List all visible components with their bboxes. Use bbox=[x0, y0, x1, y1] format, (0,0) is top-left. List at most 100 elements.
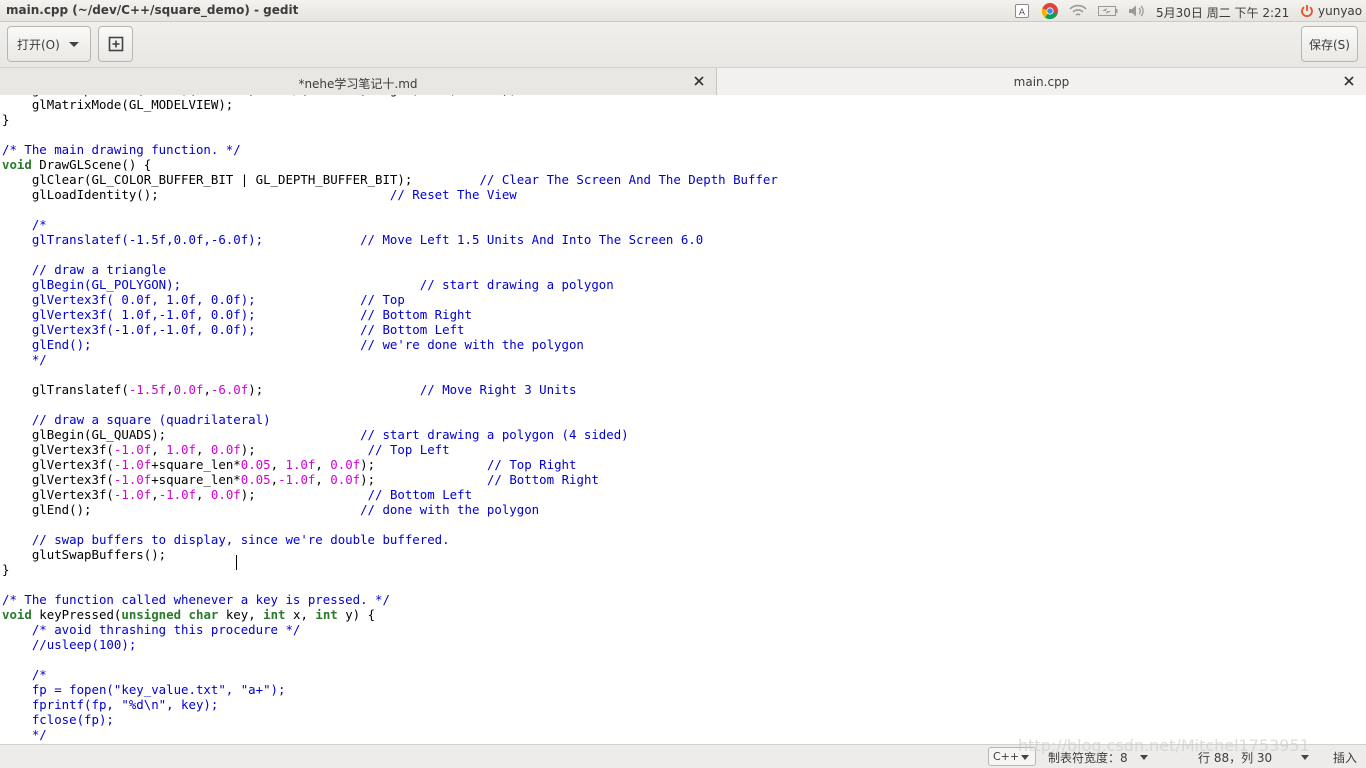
code-token: , bbox=[315, 457, 331, 472]
code-token: glutSwapBuffers(); bbox=[2, 547, 167, 562]
code-token: int bbox=[263, 607, 286, 622]
code-line[interactable]: glVertex3f(-1.0f,-1.0f, 0.0f); // Bottom… bbox=[2, 487, 778, 502]
code-line[interactable] bbox=[2, 247, 778, 262]
code-token: // Top Right bbox=[486, 457, 577, 472]
code-line[interactable]: //usleep(100); bbox=[2, 637, 778, 652]
code-line[interactable]: /* The function called whenever a key is… bbox=[2, 592, 778, 607]
code-token: , bbox=[196, 487, 211, 502]
code-line[interactable]: // draw a triangle bbox=[2, 262, 778, 277]
code-line[interactable]: fp = fopen("key_value.txt", "a+"); bbox=[2, 682, 778, 697]
clock[interactable]: 5月30日 周二 下午 2:21 bbox=[1156, 4, 1289, 21]
power-icon[interactable] bbox=[1299, 2, 1315, 20]
code-line[interactable] bbox=[2, 127, 778, 142]
code-line[interactable]: // swap buffers to display, since we're … bbox=[2, 532, 778, 547]
code-line[interactable]: glBegin(GL_POLYGON); // start drawing a … bbox=[2, 277, 778, 292]
code-line[interactable]: glutSwapBuffers(); bbox=[2, 547, 778, 562]
code-token: 0.05 bbox=[240, 457, 271, 472]
tab-nehe-notes[interactable]: *nehe学习笔记十.md bbox=[0, 68, 716, 95]
code-token: glBegin(GL_QUADS); bbox=[2, 427, 361, 442]
code-token: // Top Left bbox=[367, 442, 450, 457]
code-token: /* The main drawing function. */ bbox=[2, 142, 241, 157]
close-icon[interactable] bbox=[1342, 74, 1356, 88]
code-token: glVertex3f( bbox=[2, 457, 114, 472]
code-token: 0.0f bbox=[210, 487, 241, 502]
code-text[interactable]: gluPerspective(45.0f,(GLfloat)Width/(GLf… bbox=[2, 95, 778, 742]
wifi-icon[interactable] bbox=[1068, 2, 1088, 20]
code-line[interactable]: // draw a square (quadrilateral) bbox=[2, 412, 778, 427]
code-token: } bbox=[2, 112, 10, 127]
chevron-down-icon[interactable] bbox=[1140, 755, 1148, 760]
code-token: -1.0f bbox=[113, 472, 152, 487]
code-token: -1.5f bbox=[128, 382, 167, 397]
code-token: int bbox=[315, 607, 338, 622]
code-line[interactable]: fclose(fp); bbox=[2, 712, 778, 727]
code-line[interactable]: glLoadIdentity(); // Reset The View bbox=[2, 187, 778, 202]
code-line[interactable]: } bbox=[2, 112, 778, 127]
code-line[interactable]: glVertex3f(-1.0f, 1.0f, 0.0f); // Top Le… bbox=[2, 442, 778, 457]
chrome-icon[interactable] bbox=[1040, 2, 1060, 20]
code-token: glLoadIdentity(); bbox=[2, 187, 390, 202]
code-line[interactable]: */ bbox=[2, 352, 778, 367]
code-editor[interactable]: gluPerspective(45.0f,(GLfloat)Width/(GLf… bbox=[0, 95, 1366, 744]
code-token: ); bbox=[240, 487, 368, 502]
code-line[interactable]: glVertex3f(-1.0f+square_len*0.05, 1.0f, … bbox=[2, 457, 778, 472]
code-line[interactable]: */ bbox=[2, 727, 778, 742]
close-icon[interactable] bbox=[692, 74, 706, 88]
code-line[interactable]: fprintf(fp, "%d\n", key); bbox=[2, 697, 778, 712]
code-token: glVertex3f( bbox=[2, 442, 114, 457]
language-label: C++ bbox=[993, 750, 1020, 763]
code-token: -1.0f bbox=[113, 442, 152, 457]
code-line[interactable]: /* bbox=[2, 217, 778, 232]
code-token: // start drawing a polygon (4 sided) bbox=[360, 427, 629, 442]
code-line[interactable] bbox=[2, 202, 778, 217]
code-line[interactable]: glVertex3f(-1.0f,-1.0f, 0.0f); // Bottom… bbox=[2, 322, 778, 337]
code-line[interactable]: /* The main drawing function. */ bbox=[2, 142, 778, 157]
code-token: /* bbox=[2, 667, 47, 682]
new-document-button[interactable] bbox=[98, 26, 133, 62]
code-line[interactable]: glEnd(); // we're done with the polygon bbox=[2, 337, 778, 352]
code-token: , bbox=[270, 457, 286, 472]
code-line[interactable] bbox=[2, 367, 778, 382]
code-line[interactable]: /* bbox=[2, 667, 778, 682]
code-token: /* bbox=[2, 217, 47, 232]
code-token: /* The function called whenever a key is… bbox=[2, 592, 390, 607]
code-line[interactable] bbox=[2, 517, 778, 532]
volume-icon[interactable] bbox=[1127, 2, 1147, 20]
code-token: fclose(fp); bbox=[2, 712, 114, 727]
code-line[interactable] bbox=[2, 652, 778, 667]
code-token: void bbox=[2, 607, 32, 622]
tab-main-cpp[interactable]: main.cpp bbox=[716, 68, 1366, 95]
code-line[interactable]: glVertex3f( 1.0f,-1.0f, 0.0f); // Bottom… bbox=[2, 307, 778, 322]
tab-bar: *nehe学习笔记十.md main.cpp bbox=[0, 67, 1366, 95]
battery-icon[interactable] bbox=[1097, 2, 1119, 20]
code-line[interactable]: glClear(GL_COLOR_BUFFER_BIT | GL_DEPTH_B… bbox=[2, 172, 778, 187]
code-line[interactable] bbox=[2, 397, 778, 412]
code-line[interactable]: glVertex3f(-1.0f+square_len*0.05,-1.0f, … bbox=[2, 472, 778, 487]
code-token: , bbox=[203, 382, 211, 397]
code-token: */ bbox=[2, 727, 47, 742]
code-token: // Bottom Right bbox=[486, 472, 599, 487]
code-line[interactable]: } bbox=[2, 562, 778, 577]
input-method-icon[interactable]: A bbox=[1014, 2, 1030, 20]
code-line[interactable] bbox=[2, 577, 778, 592]
code-line[interactable]: void keyPressed(unsigned char key, int x… bbox=[2, 607, 778, 622]
code-line[interactable]: glVertex3f( 0.0f, 1.0f, 0.0f); // Top bbox=[2, 292, 778, 307]
code-line[interactable]: glTranslatef(-1.5f,0.0f,-6.0f); // Move … bbox=[2, 382, 778, 397]
code-line[interactable]: glBegin(GL_QUADS); // start drawing a po… bbox=[2, 427, 778, 442]
code-line[interactable]: /* avoid thrashing this procedure */ bbox=[2, 622, 778, 637]
chevron-down-icon[interactable] bbox=[1301, 755, 1309, 760]
code-line[interactable]: glEnd(); // done with the polygon bbox=[2, 502, 778, 517]
chevron-down-icon bbox=[1021, 755, 1029, 760]
code-token: -1.0f bbox=[113, 457, 152, 472]
code-token: 1.0f bbox=[166, 442, 196, 457]
user-menu[interactable]: yunyao bbox=[1318, 4, 1362, 18]
code-line[interactable]: glMatrixMode(GL_MODELVIEW); bbox=[2, 97, 778, 112]
code-line[interactable]: void DrawGLScene() { bbox=[2, 157, 778, 172]
code-token: DrawGLScene() { bbox=[31, 157, 152, 172]
open-button[interactable]: 打开(O) bbox=[7, 26, 91, 62]
code-token: // Move Right 3 Units bbox=[419, 382, 577, 397]
code-token: ); bbox=[360, 472, 487, 487]
code-line[interactable]: glTranslatef(-1.5f,0.0f,-6.0f); // Move … bbox=[2, 232, 778, 247]
save-button[interactable]: 保存(S) bbox=[1301, 26, 1358, 62]
code-token: , bbox=[195, 442, 211, 457]
